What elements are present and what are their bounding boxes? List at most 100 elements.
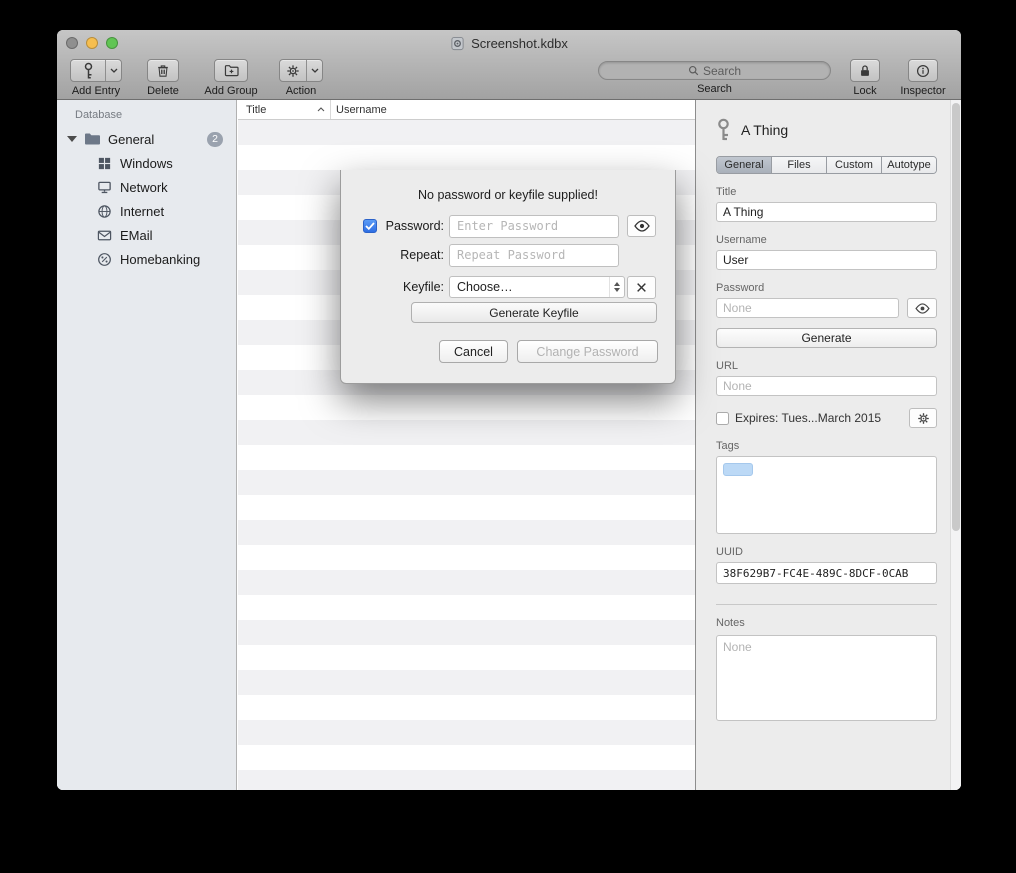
add-entry-button[interactable] (70, 59, 122, 82)
tab-general[interactable]: General (717, 157, 772, 173)
change-password-button[interactable]: Change Password (517, 340, 658, 363)
info-icon (916, 64, 930, 78)
uuid-field[interactable] (716, 562, 937, 584)
tag-chip[interactable] (723, 463, 753, 476)
folder-plus-icon (224, 64, 239, 77)
dialog-reveal-password-button[interactable] (627, 215, 656, 237)
sidebar: Database General 2 Windows Network (57, 100, 237, 790)
add-group-button[interactable] (214, 59, 248, 82)
sidebar-item-label: Homebanking (120, 252, 200, 267)
dialog-keyfile-label: Keyfile: (341, 280, 444, 294)
expires-label: Expires: Tues...March 2015 (735, 411, 903, 425)
search-input[interactable]: Search (598, 61, 831, 80)
section-divider (716, 604, 937, 605)
eye-icon (915, 303, 930, 314)
inspector-scrollbar[interactable] (950, 100, 961, 790)
action-dropdown[interactable] (306, 60, 322, 81)
entry-title-heading: A Thing (741, 122, 788, 138)
app-window: Screenshot.kdbx Add Entry (57, 30, 961, 790)
sidebar-item-network[interactable]: Network (57, 175, 236, 199)
password-row (716, 298, 937, 318)
dialog-message: No password or keyfile supplied! (341, 188, 675, 202)
tab-files[interactable]: Files (772, 157, 827, 173)
trash-icon (156, 63, 170, 78)
action-item: Action (275, 59, 327, 97)
delete-label: Delete (147, 85, 179, 97)
inspector-button[interactable] (908, 59, 938, 82)
stepper-icon (609, 277, 624, 297)
action-label: Action (286, 85, 317, 97)
entry-table-header: Title Username (238, 100, 695, 120)
homebanking-icon (97, 252, 112, 267)
window-chrome: Screenshot.kdbx Add Entry (57, 30, 961, 100)
gear-icon (917, 412, 930, 425)
clear-keyfile-button[interactable] (627, 276, 656, 299)
sidebar-item-internet[interactable]: Internet (57, 199, 236, 223)
notes-label: Notes (716, 617, 937, 629)
expires-checkbox[interactable] (716, 412, 729, 425)
action-button[interactable] (279, 59, 323, 82)
notes-field[interactable] (716, 635, 937, 721)
password-field[interactable] (716, 298, 899, 318)
url-field-label: URL (716, 360, 937, 372)
network-icon (97, 180, 112, 195)
username-field-label: Username (716, 234, 937, 246)
sidebar-item-windows[interactable]: Windows (57, 151, 236, 175)
lock-button[interactable] (850, 59, 880, 82)
scrollbar-thumb[interactable] (952, 103, 960, 531)
reveal-password-button[interactable] (907, 298, 937, 318)
windows-icon (97, 156, 112, 171)
tab-autotype[interactable]: Autotype (882, 157, 936, 173)
password-field-label: Password (716, 282, 937, 294)
generate-password-button[interactable]: Generate (716, 328, 937, 348)
search-icon (688, 65, 699, 76)
add-group-item: Add Group (199, 59, 263, 97)
delete-button[interactable] (147, 59, 179, 82)
entry-header: A Thing (716, 118, 937, 142)
lock-label: Lock (853, 85, 876, 97)
tab-custom[interactable]: Custom (827, 157, 882, 173)
disclosure-triangle-icon[interactable] (67, 136, 77, 142)
sidebar-item-email[interactable]: EMail (57, 223, 236, 247)
globe-icon (97, 204, 112, 219)
sidebar-group-label: General (108, 132, 154, 147)
email-icon (97, 228, 112, 243)
dialog-keyfile-row: Keyfile: Choose… (341, 275, 675, 299)
sort-ascending-icon (317, 107, 325, 112)
sidebar-group-general[interactable]: General 2 (57, 127, 236, 151)
cancel-button[interactable]: Cancel (439, 340, 508, 363)
close-x-icon (636, 282, 647, 293)
content-area: Database General 2 Windows Network (57, 100, 961, 790)
keyfile-select[interactable]: Choose… (449, 276, 625, 298)
padlock-icon (858, 64, 872, 78)
dialog-repeat-label: Repeat: (341, 248, 444, 262)
sidebar-item-label: Network (120, 180, 168, 195)
sidebar-item-homebanking[interactable]: Homebanking (57, 247, 236, 271)
eye-icon (634, 220, 650, 232)
dialog-password-input[interactable] (449, 215, 619, 238)
add-entry-dropdown[interactable] (105, 60, 121, 81)
titlebar: Screenshot.kdbx (57, 30, 961, 56)
dialog-repeat-input[interactable] (449, 244, 619, 267)
expires-settings-button[interactable] (909, 408, 937, 428)
uuid-label: UUID (716, 546, 937, 558)
column-header-title[interactable]: Title (238, 100, 331, 119)
tags-field[interactable] (716, 456, 937, 534)
title-field[interactable] (716, 202, 937, 222)
username-field[interactable] (716, 250, 937, 270)
gear-icon (280, 60, 306, 81)
inspector-tabs: General Files Custom Autotype (716, 156, 937, 174)
dialog-password-label: Password: (341, 219, 444, 233)
column-header-username[interactable]: Username (331, 100, 695, 119)
add-entry-item: Add Entry (67, 59, 125, 97)
key-icon (716, 118, 731, 142)
lock-item: Lock (845, 59, 885, 97)
generate-keyfile-button[interactable]: Generate Keyfile (411, 302, 657, 323)
search-label: Search (697, 83, 732, 95)
chevron-down-icon (311, 68, 319, 73)
sidebar-section-header: Database (75, 109, 236, 121)
url-field[interactable] (716, 376, 937, 396)
dialog-repeat-row: Repeat: (341, 243, 675, 267)
document-icon (450, 36, 465, 51)
search-item: Search Search (598, 59, 831, 95)
